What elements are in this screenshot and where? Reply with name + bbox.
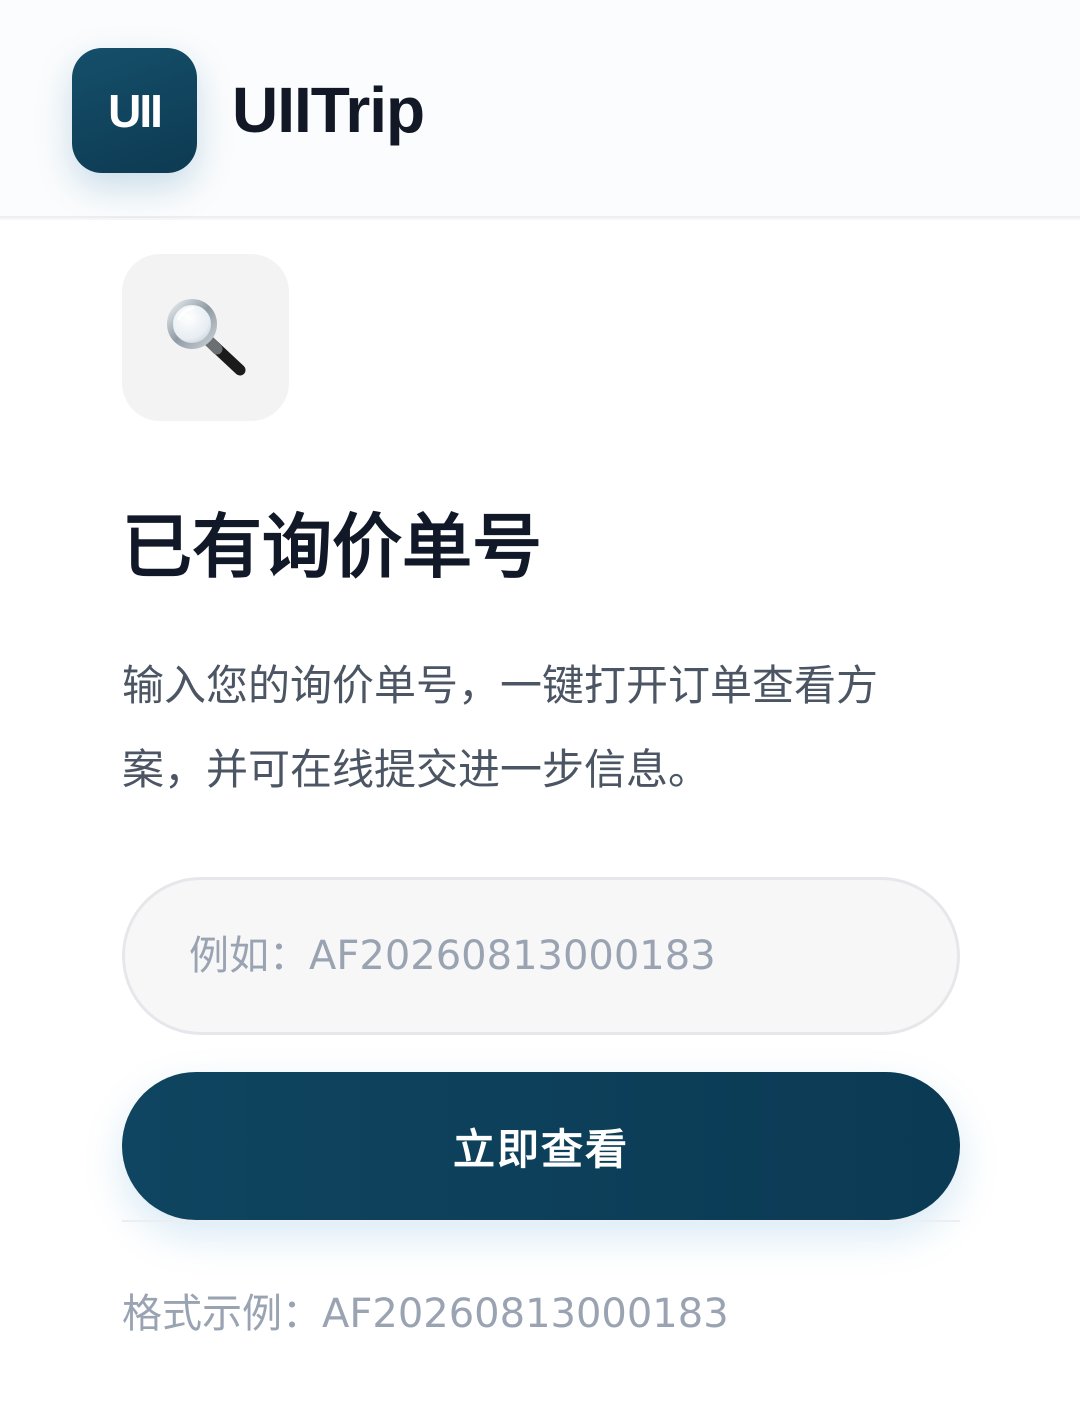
search-tile bbox=[122, 254, 289, 421]
brand-name[interactable]: UIITrip bbox=[232, 70, 425, 150]
divider bbox=[122, 1220, 960, 1222]
inquiry-number-input[interactable] bbox=[122, 877, 960, 1035]
inquiry-lookup-card: 已有询价单号 输入您的询价单号，一键打开订单查看方案，并可在线提交进一步信息。 … bbox=[0, 220, 1080, 1418]
logo-badge[interactable]: UII bbox=[72, 48, 197, 173]
page-title: 已有询价单号 bbox=[122, 506, 542, 588]
page-description: 输入您的询价单号，一键打开订单查看方案，并可在线提交进一步信息。 bbox=[122, 661, 879, 794]
app-header: UII UIITrip bbox=[0, 0, 1080, 218]
format-hint: 格式示例：AF20260813000183 bbox=[122, 1291, 729, 1337]
view-now-button[interactable]: 立即查看 bbox=[122, 1072, 960, 1220]
logo-text: UII bbox=[108, 84, 163, 137]
